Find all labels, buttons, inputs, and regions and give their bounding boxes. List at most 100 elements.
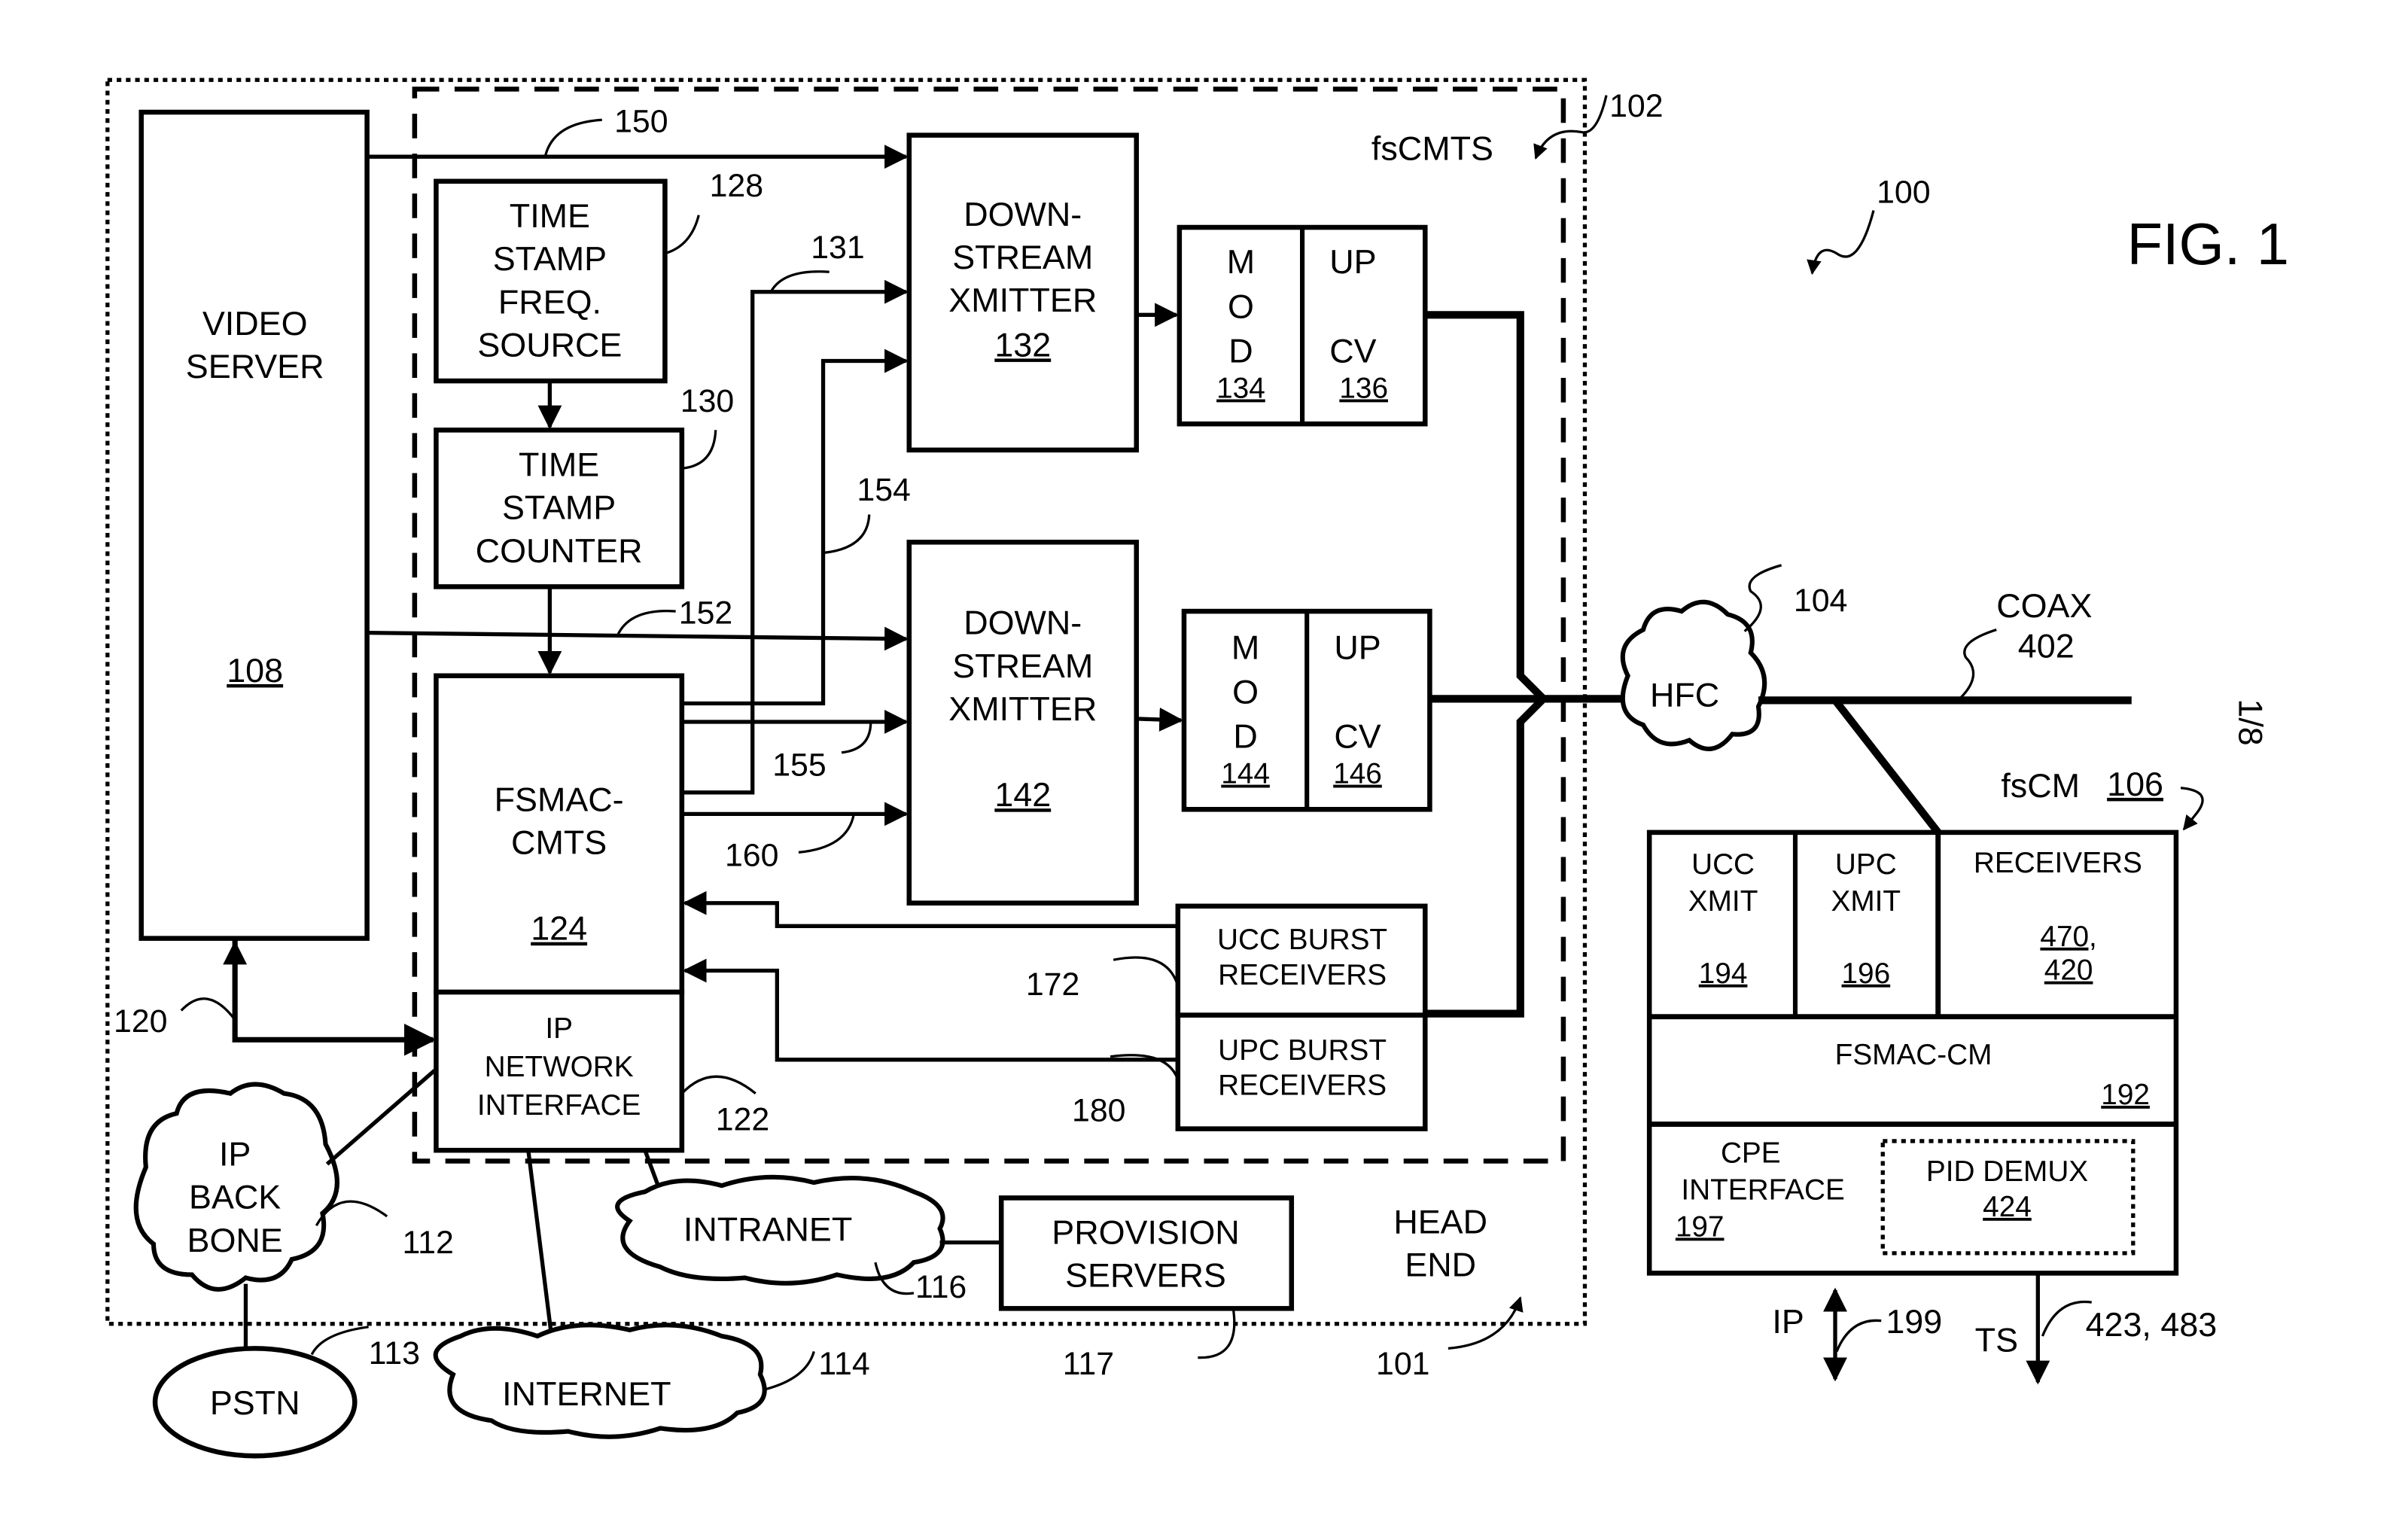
video-server-label: VIDEO — [202, 304, 308, 342]
ref-112: 112 — [403, 1225, 454, 1261]
ref-113: 113 — [369, 1335, 420, 1371]
ref-101: 101 — [1376, 1346, 1429, 1382]
svg-text:D: D — [1228, 332, 1253, 370]
svg-text:CPE: CPE — [1721, 1137, 1781, 1170]
head-end-label-2: END — [1405, 1245, 1476, 1283]
ref-180: 180 — [1072, 1092, 1125, 1128]
ref-131: 131 — [811, 230, 864, 266]
svg-text:XMITTER: XMITTER — [948, 281, 1097, 319]
svg-text:FSMAC-: FSMAC- — [495, 780, 624, 818]
svg-text:INTERNET: INTERNET — [502, 1374, 671, 1413]
svg-text:XMITTER: XMITTER — [948, 689, 1097, 728]
svg-text:PSTN: PSTN — [210, 1383, 300, 1422]
svg-text:O: O — [1232, 672, 1259, 711]
svg-text:BACK: BACK — [189, 1178, 281, 1216]
ref-423-483: 423, 483 — [2086, 1305, 2218, 1344]
svg-text:CV: CV — [1334, 717, 1381, 756]
svg-text:UPC BURST: UPC BURST — [1218, 1034, 1387, 1067]
ref-154: 154 — [857, 472, 910, 508]
svg-text:UP: UP — [1334, 628, 1381, 666]
svg-text:192: 192 — [2101, 1079, 2150, 1111]
hfc-cloud: HFC — [1620, 599, 1767, 751]
upc-burst-receivers: UPC BURST RECEIVERS — [1175, 1012, 1428, 1131]
mod-upcv-134-136: M O D 134 UP CV 136 — [1177, 224, 1428, 427]
svg-text:O: O — [1228, 287, 1254, 325]
figure-title: FIG. 1 — [2127, 212, 2289, 277]
sheet-number: 1/8 — [2232, 699, 2270, 745]
ts-counter-block: TIME STAMP COUNTER — [434, 428, 685, 589]
svg-text:PROVISION: PROVISION — [1052, 1213, 1239, 1252]
ref-100: 100 — [1877, 174, 1930, 210]
ref-114: 114 — [818, 1346, 869, 1382]
svg-text:TIME: TIME — [519, 446, 599, 484]
svg-text:DOWN-: DOWN- — [964, 604, 1082, 642]
svg-text:XMIT: XMIT — [1688, 885, 1758, 918]
ref-152: 152 — [679, 595, 732, 631]
downstream-xmitter-142: DOWN- STREAM XMITTER 142 — [906, 540, 1139, 906]
svg-text:M: M — [1231, 628, 1259, 666]
video-server-label-2: SERVER — [186, 347, 324, 385]
coax-label: COAX — [1996, 586, 2092, 625]
svg-text:UCC: UCC — [1691, 848, 1755, 881]
ref-104: 104 — [1794, 583, 1847, 619]
svg-text:INTRANET: INTRANET — [683, 1210, 852, 1249]
svg-text:NETWORK: NETWORK — [485, 1051, 634, 1083]
svg-text:132: 132 — [994, 325, 1051, 364]
ref-155: 155 — [772, 747, 826, 783]
ip-network-interface-block: IP NETWORK INTERFACE — [434, 989, 685, 1153]
svg-text:UP: UP — [1329, 242, 1376, 281]
fscm-label: fsCM — [2001, 766, 2080, 805]
svg-text:146: 146 — [1333, 758, 1382, 790]
ref-160: 160 — [725, 838, 778, 874]
patent-figure: VIDEO SERVER 108 TIME STAMP FREQ. SOURCE… — [105, 78, 2289, 1459]
svg-text:SOURCE: SOURCE — [477, 325, 622, 364]
provision-servers-block: PROVISION SERVERS — [998, 1195, 1295, 1311]
ip-backbone-cloud: IP BACK BONE — [133, 1082, 339, 1292]
svg-text:CV: CV — [1329, 332, 1376, 370]
svg-text:FREQ.: FREQ. — [498, 282, 601, 321]
svg-text:DOWN-: DOWN- — [964, 195, 1082, 233]
pstn-node: PSTN — [152, 1346, 358, 1459]
svg-text:UCC BURST: UCC BURST — [1217, 924, 1387, 956]
svg-text:CMTS: CMTS — [511, 823, 607, 861]
svg-text:RECEIVERS: RECEIVERS — [1218, 959, 1387, 991]
internet-cloud: INTERNET — [433, 1323, 767, 1439]
svg-text:144: 144 — [1221, 758, 1270, 790]
ref-150: 150 — [614, 104, 668, 140]
svg-text:UPC: UPC — [1835, 848, 1897, 881]
video-server-block: VIDEO SERVER 108 — [139, 109, 370, 941]
svg-text:PID DEMUX: PID DEMUX — [1926, 1155, 2088, 1188]
ref-106: 106 — [2107, 765, 2163, 803]
svg-text:142: 142 — [994, 775, 1051, 814]
ref-117: 117 — [1063, 1346, 1114, 1382]
svg-text:XMIT: XMIT — [1831, 885, 1901, 918]
ref-172: 172 — [1026, 966, 1079, 1003]
fscm-block: UCC XMIT 194 UPC XMIT 196 RECEIVERS 470,… — [1646, 829, 2179, 1276]
coax-ref: 402 — [2018, 626, 2075, 665]
svg-text:FSMAC-CM: FSMAC-CM — [1835, 1039, 1992, 1071]
intranet-cloud: INTRANET — [615, 1174, 945, 1286]
downstream-xmitter-132: DOWN- STREAM XMITTER 132 — [906, 132, 1139, 453]
svg-text:STREAM: STREAM — [952, 647, 1093, 685]
ucc-burst-receivers: UCC BURST RECEIVERS — [1175, 903, 1428, 1018]
ref-199: 199 — [1886, 1302, 1942, 1341]
ref-102: 102 — [1609, 88, 1663, 124]
ip-out-label: IP — [1772, 1302, 1804, 1341]
ref-120: 120 — [114, 1003, 167, 1040]
mod-upcv-144-146: M O D 144 UP CV 146 — [1181, 608, 1432, 812]
svg-text:COUNTER: COUNTER — [476, 531, 643, 570]
ref-128: 128 — [710, 168, 763, 204]
ref-116: 116 — [915, 1269, 967, 1305]
svg-text:470,: 470, — [2040, 921, 2096, 953]
svg-text:IP: IP — [219, 1135, 251, 1173]
ref-122: 122 — [716, 1102, 769, 1138]
svg-text:M: M — [1227, 242, 1255, 281]
ts-out-label: TS — [1975, 1320, 2018, 1359]
svg-text:RECEIVERS: RECEIVERS — [1974, 847, 2142, 879]
svg-text:INTERFACE: INTERFACE — [477, 1089, 641, 1122]
svg-text:194: 194 — [1699, 957, 1748, 990]
video-server-ref: 108 — [227, 651, 283, 689]
svg-text:IP: IP — [545, 1012, 573, 1045]
fscmts-label: fsCMTS — [1371, 129, 1493, 167]
svg-text:196: 196 — [1841, 957, 1890, 990]
